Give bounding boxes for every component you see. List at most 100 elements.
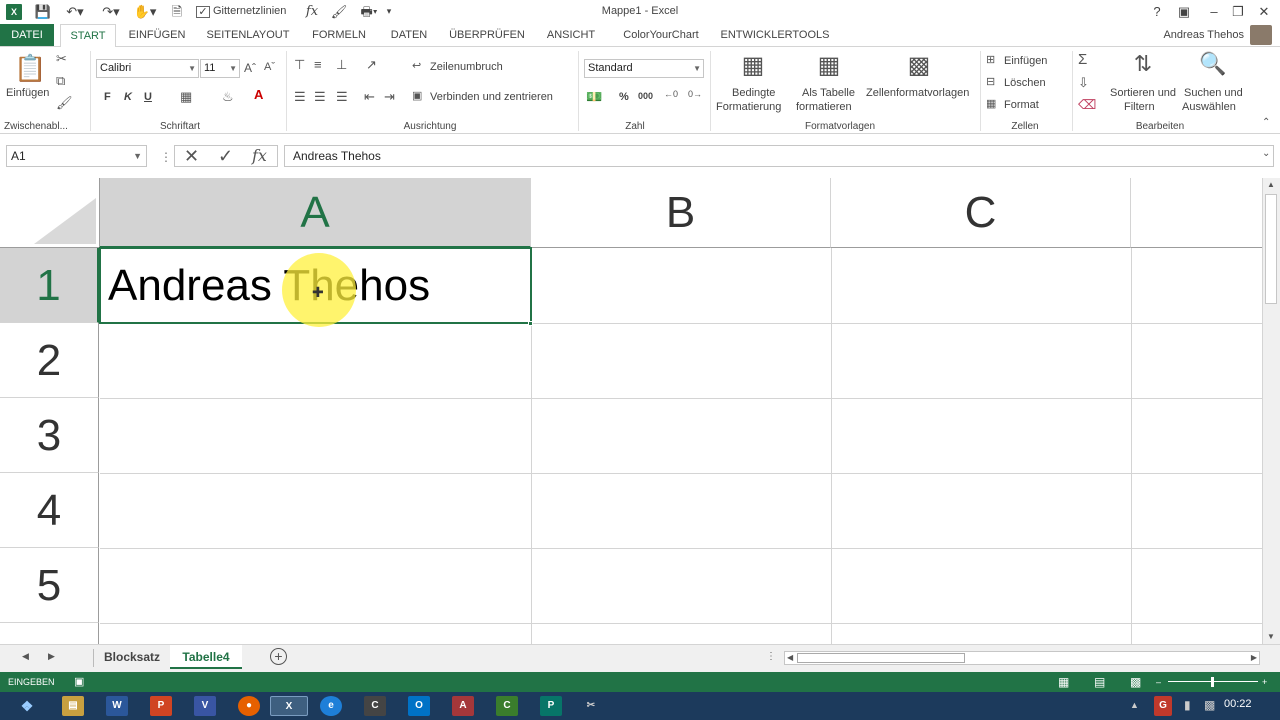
formula-bar-splitter[interactable]: ⋮ xyxy=(160,150,172,164)
conditional-formatting-icon[interactable]: ▦ xyxy=(738,51,768,81)
find-select-label[interactable]: Auswählen xyxy=(1182,101,1236,113)
align-left-icon[interactable]: ☰ xyxy=(294,89,306,105)
tab-page-layout[interactable]: SEITENLAYOUT xyxy=(198,24,298,46)
bold-button[interactable]: F xyxy=(104,91,111,103)
font-name-select[interactable]: Calibri ▼ xyxy=(96,59,199,78)
decrease-indent-icon[interactable]: ⇤ xyxy=(364,89,375,105)
tab-data[interactable]: DATEN xyxy=(380,24,438,46)
increase-indent-icon[interactable]: ⇥ xyxy=(384,89,395,105)
format-cells-button[interactable]: Format xyxy=(1004,99,1039,111)
clock[interactable]: 00:22 xyxy=(1224,698,1252,710)
underline-button[interactable]: U xyxy=(144,91,152,103)
cell-styles-button[interactable]: Zellenformatvorlagen xyxy=(866,87,969,99)
excel-taskbar-icon[interactable]: X xyxy=(270,696,308,716)
confirm-entry-icon[interactable]: ✓ xyxy=(218,146,233,167)
touch-mode-icon[interactable]: ✋▾ xyxy=(132,3,158,20)
format-as-table-label[interactable]: formatieren xyxy=(796,101,852,113)
percent-button[interactable]: % xyxy=(619,91,629,103)
camtasia-icon[interactable]: C xyxy=(364,696,386,716)
avatar[interactable] xyxy=(1250,25,1272,45)
grow-font-icon[interactable]: Aˆ xyxy=(244,61,256,75)
fill-color-icon[interactable]: ♨ xyxy=(222,89,234,105)
thousands-button[interactable]: 000 xyxy=(638,91,653,101)
tab-insert[interactable]: EINFÜGEN xyxy=(122,24,192,46)
borders-icon[interactable]: ▦ xyxy=(180,89,192,105)
align-top-icon[interactable]: ⊤ xyxy=(294,57,305,73)
conditional-formatting-button[interactable]: Bedingte xyxy=(732,87,775,99)
new-document-icon[interactable]: 🗎 xyxy=(168,3,186,20)
decrease-decimal-icon[interactable]: 0→ xyxy=(688,89,702,99)
align-bottom-icon[interactable]: ⊥ xyxy=(336,57,347,73)
merge-icon[interactable]: ▣ xyxy=(412,89,422,102)
cell-styles-icon[interactable]: ▩ xyxy=(904,51,934,81)
format-as-table-icon[interactable]: ▦ xyxy=(814,51,844,81)
format-cells-icon[interactable]: ▦ xyxy=(986,97,996,110)
close-icon[interactable]: ✕ xyxy=(1256,3,1272,20)
horizontal-scroll-thumb[interactable] xyxy=(797,653,965,663)
font-color-icon[interactable]: A xyxy=(254,87,263,102)
restore-icon[interactable]: ❐ xyxy=(1230,3,1246,20)
user-name[interactable]: Andreas Thehos xyxy=(1140,24,1244,46)
row-header-3[interactable]: 3 xyxy=(0,398,99,473)
vertical-scrollbar[interactable]: ▲ ▼ xyxy=(1262,178,1280,644)
save-icon[interactable]: 💾 xyxy=(34,3,52,20)
battery-icon[interactable]: ▮ xyxy=(1184,698,1191,712)
outlook-icon[interactable]: O xyxy=(408,696,430,716)
column-header-b[interactable]: B xyxy=(531,178,831,248)
scroll-up-icon[interactable]: ▲ xyxy=(1267,180,1275,189)
tab-review[interactable]: ÜBERPRÜFEN xyxy=(444,24,530,46)
copy-icon[interactable]: ⧉ xyxy=(56,73,65,89)
next-sheet-icon[interactable]: ▶ xyxy=(48,651,55,662)
access-icon[interactable]: A xyxy=(452,696,474,716)
prev-sheet-icon[interactable]: ◀ xyxy=(22,651,29,662)
collapse-ribbon-icon[interactable]: ⌃ xyxy=(1262,117,1270,128)
tab-formulas[interactable]: FORMELN xyxy=(304,24,374,46)
firefox-icon[interactable]: ● xyxy=(238,696,260,716)
formula-input[interactable]: Andreas Thehos xyxy=(284,145,1274,167)
tab-splitter-icon[interactable]: ⋮ xyxy=(766,651,776,662)
wrap-text-button[interactable]: Zeilenumbruch xyxy=(430,61,503,73)
word-icon[interactable]: W xyxy=(106,696,128,716)
column-header-c[interactable]: C xyxy=(831,178,1131,248)
delete-cells-icon[interactable]: ⊟ xyxy=(986,75,995,88)
insert-cells-icon[interactable]: ⊞ xyxy=(986,53,995,66)
minimize-icon[interactable]: – xyxy=(1206,3,1222,20)
file-explorer-icon[interactable]: ▤ xyxy=(62,696,84,716)
clear-icon[interactable]: ⌫ xyxy=(1078,97,1096,113)
row-header-5[interactable]: 5 xyxy=(0,548,99,623)
cancel-entry-icon[interactable]: ✕ xyxy=(184,146,199,167)
format-as-table-button[interactable]: Als Tabelle xyxy=(802,87,855,99)
tab-developer[interactable]: ENTWICKLERTOOLS xyxy=(716,24,834,46)
font-size-select[interactable]: 11 ▼ xyxy=(200,59,240,78)
sort-filter-icon[interactable]: ⇅ xyxy=(1128,51,1158,81)
fill-icon[interactable]: ⇩ xyxy=(1078,75,1089,91)
conditional-formatting-label[interactable]: Formatierung xyxy=(716,101,781,113)
row-header-4[interactable]: 4 xyxy=(0,473,99,548)
powerpoint-icon[interactable]: P xyxy=(150,696,172,716)
align-middle-icon[interactable]: ≡ xyxy=(314,57,322,72)
tab-file[interactable]: DATEI xyxy=(0,24,54,46)
visio-icon[interactable]: V xyxy=(194,696,216,716)
autosum-icon[interactable]: Σ xyxy=(1078,51,1087,68)
name-box[interactable]: A1 ▼ xyxy=(6,145,147,167)
horizontal-scrollbar[interactable]: ◀ ▶ xyxy=(784,651,1260,665)
select-all-corner[interactable] xyxy=(0,178,100,248)
accounting-format-icon[interactable]: 💵 xyxy=(586,89,602,105)
page-break-view-icon[interactable]: ▩ xyxy=(1130,672,1141,692)
undo-icon[interactable]: ↶▾ xyxy=(62,3,88,20)
camtasia-recorder-icon[interactable]: C xyxy=(496,696,518,716)
number-format-select[interactable]: Standard ▼ xyxy=(584,59,704,78)
expand-formula-bar-icon[interactable]: ⌄ xyxy=(1262,148,1270,159)
publisher-icon[interactable]: P xyxy=(540,696,562,716)
wrap-text-icon[interactable]: ↩ xyxy=(412,59,421,72)
print-preview-icon[interactable]: 🖶▾ xyxy=(356,3,382,20)
zoom-slider-thumb[interactable] xyxy=(1211,677,1214,687)
fill-handle[interactable] xyxy=(528,321,533,326)
scroll-down-icon[interactable]: ▼ xyxy=(1267,632,1275,641)
italic-button[interactable]: K xyxy=(124,91,132,103)
tray-expand-icon[interactable]: ▲ xyxy=(1130,700,1139,710)
windows-start-icon[interactable]: ❖ xyxy=(16,696,38,716)
snipping-tool-icon[interactable]: ✂ xyxy=(580,696,602,716)
network-icon[interactable]: ▩ xyxy=(1204,698,1215,712)
sort-filter-label[interactable]: Filtern xyxy=(1124,101,1155,113)
